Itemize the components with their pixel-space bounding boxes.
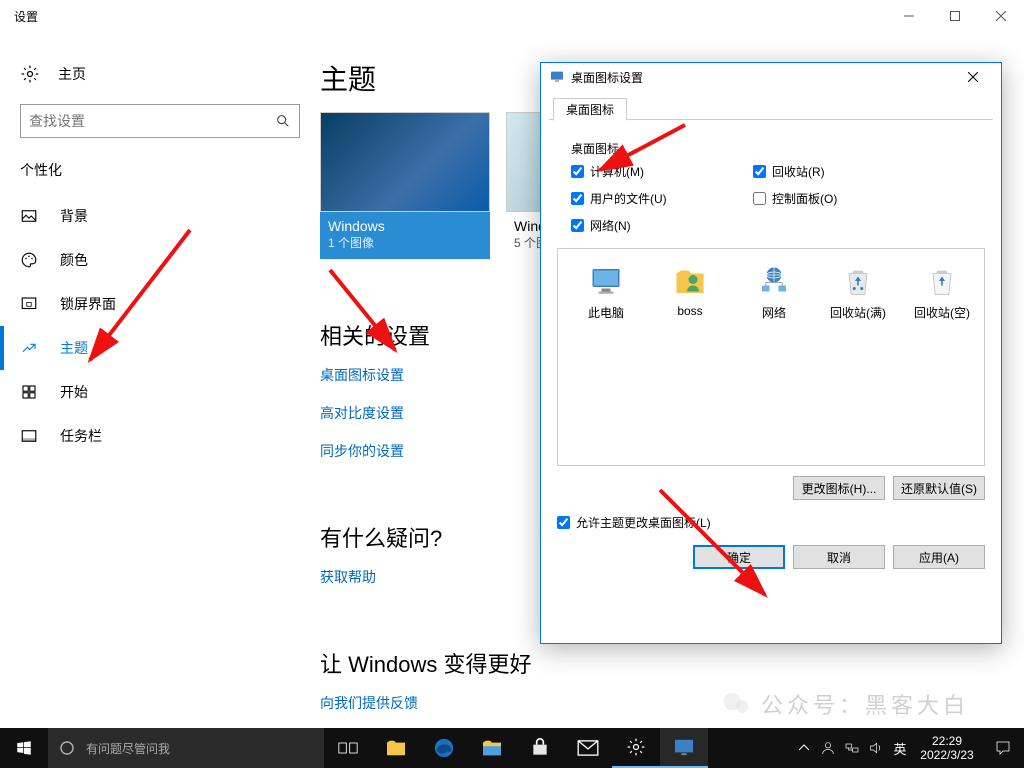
taskbar: 有问题尽管问我 英 22:29 2022/3/23 [0,728,1024,768]
annotation-arrow [320,260,440,370]
nav-label: 开始 [60,382,88,402]
mail-icon [577,740,599,756]
section-label: 个性化 [0,160,320,194]
cortana-icon [58,739,76,757]
restore-defaults-button[interactable]: 还原默认值(S) [893,476,985,500]
taskbar-icon [20,427,38,445]
window-title: 设置 [14,8,38,25]
annotation-arrow [590,115,700,195]
gear-icon [20,64,40,84]
watermark: 公众号：黑客大白 [721,688,969,720]
annotation-arrow [60,220,220,380]
task-view-icon [338,740,358,756]
checkbox-network[interactable]: 网络(N) [571,217,751,234]
tray-people[interactable] [816,728,840,768]
annotation-arrow [650,480,810,640]
start-icon [20,383,38,401]
tray-ime[interactable]: 英 [888,728,912,768]
palette-icon [20,251,38,269]
monitor-icon [673,738,695,756]
dialog-title: 桌面图标设置 [571,69,643,86]
wechat-icon [721,689,751,719]
better-title: 让 Windows 变得更好 [320,647,1024,679]
edge-icon [433,737,455,759]
windows-icon [15,739,33,757]
theme-name: Windows [320,212,490,234]
nav-label: 任务栏 [60,426,102,446]
apply-button[interactable]: 应用(A) [893,545,985,569]
search-field[interactable] [29,113,275,129]
home-label: 主页 [58,64,86,84]
icon-user-files[interactable]: boss [658,263,722,321]
tray-date: 2022/3/23 [916,748,978,762]
system-tray: 英 22:29 2022/3/23 [792,728,1024,768]
checkbox-controlpanel[interactable]: 控制面板(O) [753,190,933,207]
home-button[interactable]: 主页 [0,56,320,104]
taskbar-store[interactable] [516,728,564,768]
theme-card-windows[interactable]: Windows 1 个图像 [320,112,490,259]
monitor-icon [549,69,565,85]
tray-clock[interactable]: 22:29 2022/3/23 [912,730,982,766]
folder-icon [481,739,503,757]
image-icon [20,207,38,225]
lock-screen-icon [20,295,38,313]
close-button[interactable] [978,0,1024,32]
store-icon [530,738,550,758]
gear-icon [626,737,646,757]
cortana-search[interactable]: 有问题尽管问我 [48,728,324,768]
taskbar-settings[interactable] [612,728,660,768]
cortana-placeholder: 有问题尽管问我 [86,740,170,757]
icon-recycle-full[interactable]: 回收站(满) [826,263,890,321]
icon-network[interactable]: 网络 [742,263,806,321]
nav-taskbar[interactable]: 任务栏 [0,414,320,458]
icon-this-pc[interactable]: 此电脑 [574,263,638,321]
start-button[interactable] [0,728,48,768]
icon-preview-box: 此电脑 boss 网络 回收站(满) 回收站(空) [557,248,985,466]
checkbox-recyclebin[interactable]: 回收站(R) [753,163,933,180]
theme-preview [320,112,490,212]
sidebar: 主页 个性化 背景 颜色 锁屏界面 主题 开始 任务栏 [0,32,320,728]
dialog-close-button[interactable] [953,63,993,91]
task-view-button[interactable] [324,728,372,768]
tray-network-icon[interactable] [840,728,864,768]
taskbar-mail[interactable] [564,728,612,768]
tray-overflow[interactable] [792,728,816,768]
tray-time: 22:29 [916,734,978,748]
taskbar-personalization[interactable] [660,728,708,768]
theme-icon [20,339,38,357]
tray-volume-icon[interactable] [864,728,888,768]
taskbar-explorer[interactable] [372,728,420,768]
taskbar-fileexplorer[interactable] [468,728,516,768]
minimize-button[interactable] [886,0,932,32]
folder-icon [385,739,407,757]
theme-sub: 1 个图像 [320,234,490,259]
taskbar-edge[interactable] [420,728,468,768]
tray-action-center[interactable] [982,728,1024,768]
search-icon [275,113,291,129]
search-input[interactable] [20,104,300,138]
maximize-button[interactable] [932,0,978,32]
icon-recycle-empty[interactable]: 回收站(空) [910,263,974,321]
